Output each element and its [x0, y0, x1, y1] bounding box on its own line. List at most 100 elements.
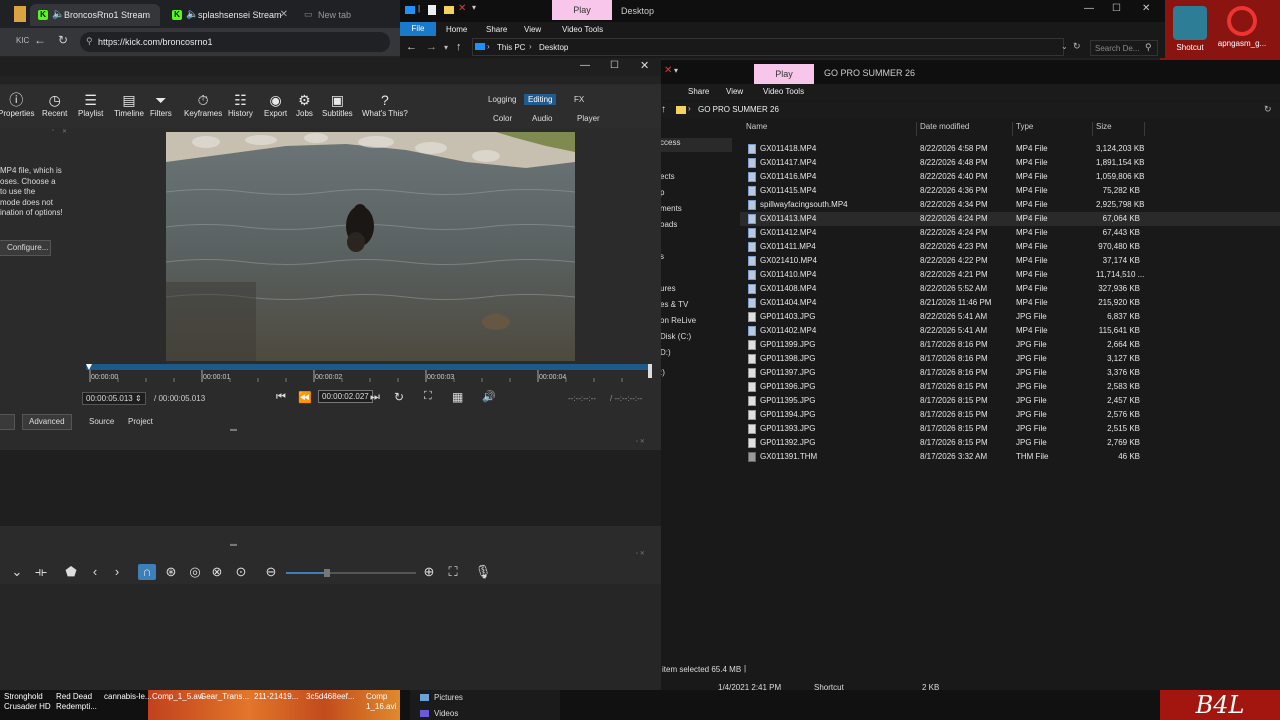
taskbar-item[interactable]: Red Dead Redempti... [56, 692, 104, 712]
timeline-progress-bar[interactable] [86, 364, 652, 370]
nav-pane-item[interactable]: ures [660, 284, 676, 298]
column-separator[interactable] [1012, 122, 1013, 136]
file-row[interactable]: GX011404.MP4 8/21/2026 11:46 PM MP4 File 21… [740, 296, 1280, 310]
tab-source[interactable]: Source [89, 417, 114, 426]
taskbar-item[interactable]: 211-21419... [254, 692, 302, 702]
file-row[interactable]: GX011411.MP4 8/22/2026 4:23 PM MP4 File 970… [740, 240, 1280, 254]
delete-qat-icon[interactable]: ✕ [458, 3, 466, 14]
browser-tab-new[interactable]: ▭ New tab [298, 4, 398, 26]
file-row[interactable]: GX011408.MP4 8/22/2026 5:52 AM MP4 File 327… [740, 282, 1280, 296]
file-row[interactable]: GX011418.MP4 8/22/2026 4:58 PM MP4 File 3,1… [740, 142, 1280, 156]
file-row[interactable]: GX011416.MP4 8/22/2026 4:40 PM MP4 File 1,0… [740, 170, 1280, 184]
video-tools-tab[interactable]: Video Tools [562, 25, 603, 34]
address-bar[interactable]: ↑ › GO PRO SUMMER 26 ↻ [660, 102, 1280, 118]
toolbar-timeline-button[interactable]: ▤ Timeline [114, 92, 144, 118]
toolbar-keyframes-button[interactable]: ⏱ Keyframes [184, 92, 222, 118]
loop-icon[interactable]: ↻ [394, 390, 404, 404]
view-tab[interactable]: View [726, 87, 743, 96]
zoom-out-icon[interactable]: ⊖ [262, 564, 280, 580]
file-row[interactable]: GX011413.MP4 8/22/2026 4:24 PM MP4 File 67,… [740, 212, 1280, 226]
maximize-icon[interactable]: ☐ [610, 60, 619, 71]
file-row[interactable]: GP011399.JPG 8/17/2026 8:16 PM JPG File 2,6… [740, 338, 1280, 352]
folder-videos[interactable]: Videos [434, 709, 458, 718]
panel-tab-previous[interactable] [0, 414, 15, 430]
file-row[interactable]: GP011395.JPG 8/17/2026 8:15 PM JPG File 2,4… [740, 394, 1280, 408]
browser-tab-broncos[interactable]: K 🔈 BroncosRno1 Stream [30, 4, 160, 26]
column-header-type[interactable]: Type [1016, 122, 1033, 131]
toolbar-filters-button[interactable]: ⏷ Filters [150, 92, 172, 118]
back-arrow-icon[interactable]: ← [406, 41, 417, 53]
file-row[interactable]: GX011417.MP4 8/22/2026 4:48 PM MP4 File 1,8… [740, 156, 1280, 170]
toolbar-playlist-button[interactable]: ☰ Playlist [78, 92, 103, 118]
nav-pane-item[interactable]: on ReLive [660, 316, 696, 330]
forward-arrow-icon[interactable]: → [426, 41, 437, 53]
toolbar-subtitles-button[interactable]: ▣ Subtitles [322, 92, 353, 118]
breadcrumb-folder[interactable]: GO PRO SUMMER 26 [698, 105, 779, 114]
file-row[interactable]: GP011403.JPG 8/22/2026 5:41 AM JPG File 6,8… [740, 310, 1280, 324]
video-tools-tab[interactable]: Video Tools [763, 87, 804, 96]
scrub-icon[interactable]: ⊛ [162, 564, 180, 580]
skip-next-icon[interactable]: ⏭ [370, 391, 380, 404]
search-box[interactable]: Search De... ⚲ [1090, 40, 1158, 56]
ripple-icon[interactable]: ◎ [186, 564, 204, 580]
taskbar-item[interactable]: Comp 1_16.avi [366, 692, 414, 712]
share-tab[interactable]: Share [486, 25, 507, 34]
zoom-fit-icon[interactable]: ⛶ [424, 390, 432, 403]
ripple-markers-icon[interactable]: ⊙ [232, 564, 250, 580]
folder-pictures[interactable]: Pictures [434, 693, 463, 702]
marker-icon[interactable]: ⬟ [62, 564, 80, 580]
timeline-tracks[interactable] [0, 584, 661, 690]
toolbar-history-button[interactable]: ☷ History [228, 92, 253, 118]
view-tab[interactable]: View [524, 25, 541, 34]
timeline-ruler[interactable]: 00:00:00 00:00:01 00:00:02 00:00:03 00:00:04 [86, 364, 654, 388]
file-row[interactable]: GP011392.JPG 8/17/2026 8:15 PM JPG File 2,7… [740, 436, 1280, 450]
nav-pane-item[interactable]: es & TV [660, 300, 688, 314]
layout-color[interactable]: Color [489, 113, 516, 124]
close-icon[interactable]: ✕ [1142, 3, 1150, 14]
breadcrumb-this-pc[interactable]: This PC [497, 43, 525, 52]
split-icon[interactable]: ⟛ [32, 564, 50, 580]
nav-pane-item[interactable]: Disk (C:) [660, 332, 691, 346]
splitter-handle[interactable]: ▬ [230, 541, 237, 548]
zoom-slider[interactable] [286, 569, 416, 577]
qat-dropdown-icon[interactable]: ▾ [674, 66, 678, 75]
column-header-name[interactable]: Name [746, 122, 767, 131]
nav-pane-item[interactable]: oads [660, 220, 677, 234]
video-preview[interactable] [166, 132, 575, 361]
skip-previous-icon[interactable]: ⏮ [276, 391, 286, 404]
up-arrow-icon[interactable]: ↑ [661, 104, 666, 115]
layout-audio[interactable]: Audio [528, 113, 556, 124]
share-tab[interactable]: Share [688, 87, 709, 96]
file-row[interactable]: GP011398.JPG 8/17/2026 8:16 PM JPG File 3,1… [740, 352, 1280, 366]
next-marker-icon[interactable]: › [108, 564, 126, 580]
toolbar-what-s-this-button[interactable]: ? What's This? [362, 92, 408, 118]
reload-icon[interactable]: ↻ [58, 33, 68, 47]
chevron-down-icon[interactable]: ⌄ [8, 564, 26, 580]
file-row[interactable]: spillwayfacingsouth.MP4 8/22/2026 4:34 PM… [740, 198, 1280, 212]
site-info-icon[interactable]: ⚲ [86, 36, 93, 47]
delete-qat-icon[interactable]: ✕ [664, 65, 672, 76]
up-arrow-icon[interactable]: ↑ [456, 41, 462, 53]
taskbar-item[interactable]: cannabis-le... [104, 692, 152, 702]
volume-icon[interactable]: 🔊 [482, 390, 496, 403]
toolbar-recent-button[interactable]: ◷ Recent [42, 92, 67, 118]
file-row[interactable]: GX011391.THM 8/17/2026 3:32 AM THM File 46 … [740, 450, 1280, 464]
play-contextual-tab[interactable]: Play [754, 64, 814, 84]
panel-float-icon[interactable]: ▫ ✕ [636, 550, 645, 557]
toolbar-properties-button[interactable]: ⓘ Properties [0, 92, 34, 118]
file-row[interactable]: GP011396.JPG 8/17/2026 8:15 PM JPG File 2,5… [740, 380, 1280, 394]
playhead-out-marker[interactable] [648, 364, 652, 378]
breadcrumb-desktop[interactable]: Desktop [539, 43, 568, 52]
play-contextual-tab[interactable]: Play [552, 0, 612, 20]
tab-advanced[interactable]: Advanced [22, 414, 72, 430]
file-row[interactable]: GX011402.MP4 8/22/2026 5:41 AM MP4 File 115… [740, 324, 1280, 338]
nav-pane-item[interactable]: ects [660, 172, 675, 186]
minimize-icon[interactable]: — [580, 60, 590, 71]
file-row[interactable]: GP011394.JPG 8/17/2026 8:15 PM JPG File 2,5… [740, 408, 1280, 422]
taskbar-item[interactable]: Comp_1_5.avi [152, 692, 204, 702]
zoom-slider-handle[interactable] [324, 569, 330, 577]
file-row[interactable]: GX011415.MP4 8/22/2026 4:36 PM MP4 File 75,… [740, 184, 1280, 198]
tab-project[interactable]: Project [128, 417, 153, 426]
toolbar-jobs-button[interactable]: ⚙ Jobs [296, 92, 313, 118]
file-row[interactable]: GX011412.MP4 8/22/2026 4:24 PM MP4 File 67,… [740, 226, 1280, 240]
